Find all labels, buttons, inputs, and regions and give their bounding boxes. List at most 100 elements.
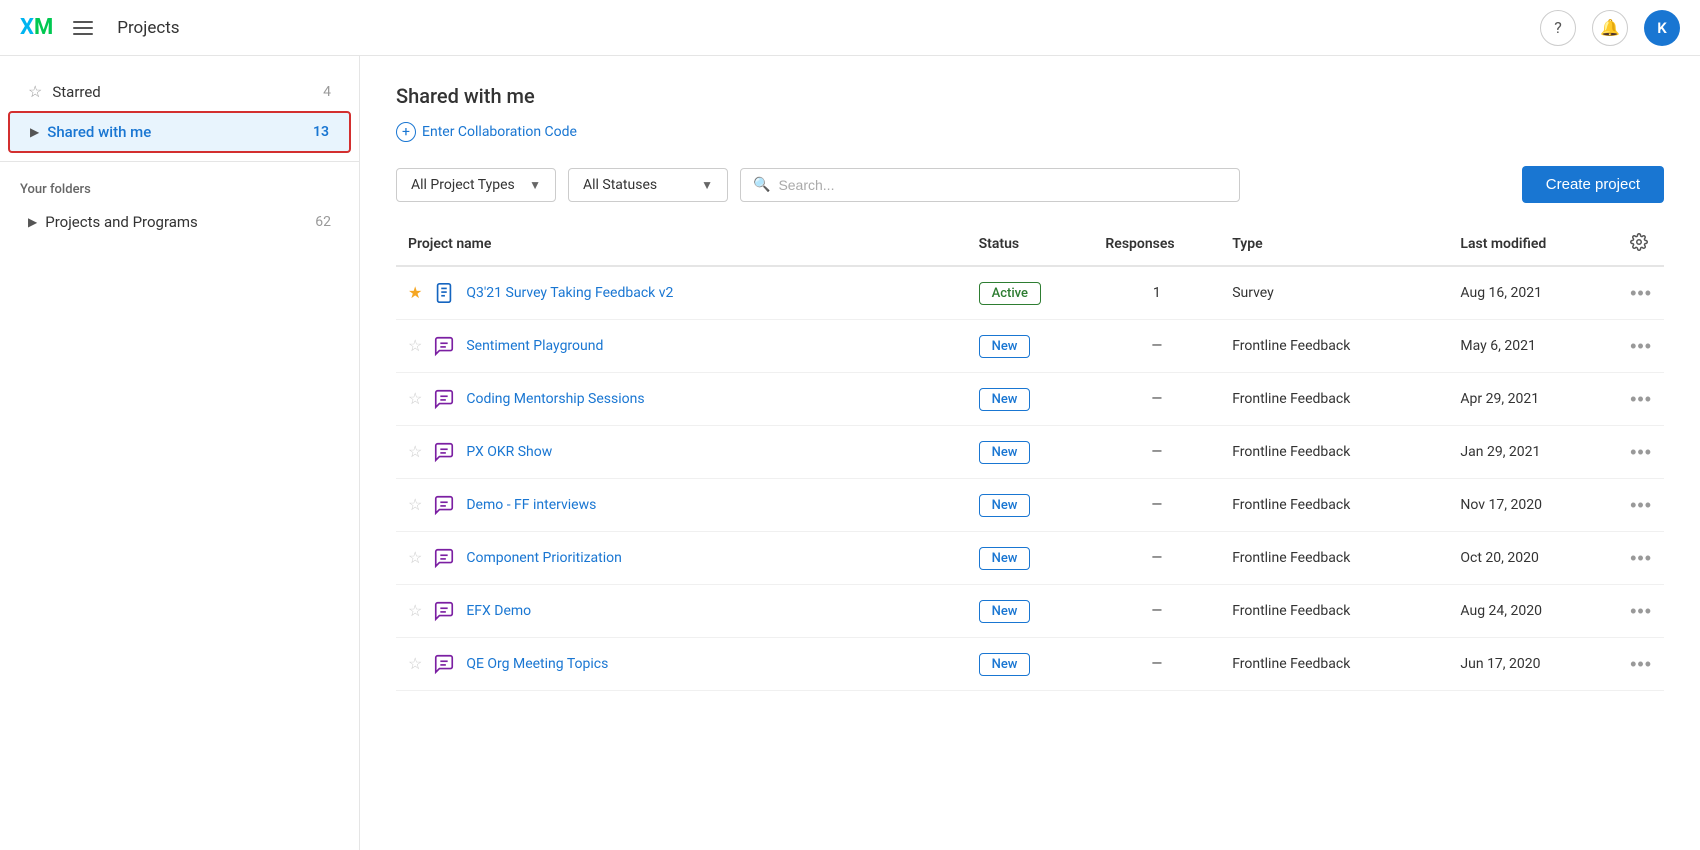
notifications-icon[interactable]: 🔔 bbox=[1592, 10, 1628, 46]
sidebar-item-starred[interactable]: ☆ Starred 4 bbox=[8, 72, 351, 111]
help-icon[interactable]: ? bbox=[1540, 10, 1576, 46]
responses-value: — bbox=[1151, 656, 1162, 672]
star-button[interactable]: ☆ bbox=[408, 548, 422, 568]
create-project-button[interactable]: Create project bbox=[1522, 166, 1664, 203]
project-name[interactable]: Demo - FF interviews bbox=[466, 497, 596, 513]
project-name[interactable]: EFX Demo bbox=[466, 603, 531, 619]
sidebar-pp-count: 62 bbox=[315, 214, 331, 230]
project-type: Survey bbox=[1220, 266, 1448, 320]
col-header-modified: Last modified bbox=[1448, 223, 1613, 266]
hamburger-menu-icon[interactable] bbox=[69, 17, 97, 39]
more-options-button[interactable]: ••• bbox=[1630, 548, 1652, 569]
project-modified: Apr 29, 2021 bbox=[1448, 373, 1613, 426]
modified-value: Jun 17, 2020 bbox=[1460, 656, 1540, 672]
more-options-button[interactable]: ••• bbox=[1630, 283, 1652, 304]
user-avatar[interactable]: K bbox=[1644, 10, 1680, 46]
project-name[interactable]: Q3'21 Survey Taking Feedback v2 bbox=[466, 285, 673, 301]
logo-m: M bbox=[34, 15, 53, 40]
project-type: Frontline Feedback bbox=[1220, 532, 1448, 585]
modified-value: May 6, 2021 bbox=[1460, 338, 1535, 354]
sidebar-folders-label: Your folders bbox=[0, 170, 359, 203]
star-button[interactable]: ☆ bbox=[408, 654, 422, 674]
project-responses: — bbox=[1093, 320, 1220, 373]
project-name-cell: ☆ QE Org Meeting Topics bbox=[396, 638, 967, 691]
statuses-dropdown[interactable]: All Statuses ▼ bbox=[568, 168, 728, 202]
project-modified: Aug 16, 2021 bbox=[1448, 266, 1613, 320]
col-header-type: Type bbox=[1220, 223, 1448, 266]
project-actions: ••• bbox=[1613, 373, 1664, 426]
project-types-dropdown[interactable]: All Project Types ▼ bbox=[396, 168, 556, 202]
main-area: ☆ Starred 4 ▶ Shared with me 13 Your fol… bbox=[0, 56, 1700, 850]
status-badge: New bbox=[979, 653, 1031, 676]
search-input[interactable] bbox=[778, 177, 1227, 193]
frontline-feedback-icon bbox=[432, 334, 456, 358]
app-container: XM Projects ? 🔔 K ☆ Starred 4 ▶ S bbox=[0, 0, 1700, 850]
chevron-right-icon: ▶ bbox=[30, 125, 39, 139]
frontline-feedback-icon bbox=[432, 652, 456, 676]
modified-value: Jan 29, 2021 bbox=[1460, 444, 1540, 460]
top-bar: XM Projects ? 🔔 K bbox=[0, 0, 1700, 56]
star-icon: ☆ bbox=[28, 82, 42, 101]
sidebar-item-projects-programs[interactable]: ▶ Projects and Programs 62 bbox=[8, 203, 351, 241]
chevron-right-icon-2: ▶ bbox=[28, 215, 37, 229]
star-button[interactable]: ☆ bbox=[408, 495, 422, 515]
modified-value: Apr 29, 2021 bbox=[1460, 391, 1539, 407]
responses-value: — bbox=[1151, 444, 1162, 460]
filters-row: All Project Types ▼ All Statuses ▼ 🔍 Cre… bbox=[396, 166, 1664, 203]
table-row: ★ Q3'21 Survey Taking Feedback v2 Active… bbox=[396, 266, 1664, 320]
sidebar-starred-label: Starred bbox=[52, 83, 323, 101]
more-options-button[interactable]: ••• bbox=[1630, 601, 1652, 622]
project-status: New bbox=[967, 373, 1094, 426]
type-value: Frontline Feedback bbox=[1232, 444, 1350, 460]
more-options-button[interactable]: ••• bbox=[1630, 495, 1652, 516]
project-actions: ••• bbox=[1613, 585, 1664, 638]
project-responses: — bbox=[1093, 373, 1220, 426]
project-modified: May 6, 2021 bbox=[1448, 320, 1613, 373]
project-responses: — bbox=[1093, 532, 1220, 585]
modified-value: Oct 20, 2020 bbox=[1460, 550, 1538, 566]
more-options-button[interactable]: ••• bbox=[1630, 654, 1652, 675]
star-button[interactable]: ☆ bbox=[408, 389, 422, 409]
project-status: New bbox=[967, 426, 1094, 479]
more-options-button[interactable]: ••• bbox=[1630, 442, 1652, 463]
more-options-button[interactable]: ••• bbox=[1630, 336, 1652, 357]
star-button[interactable]: ☆ bbox=[408, 601, 422, 621]
type-value: Frontline Feedback bbox=[1232, 656, 1350, 672]
project-name[interactable]: QE Org Meeting Topics bbox=[466, 656, 608, 672]
sidebar-item-shared[interactable]: ▶ Shared with me 13 bbox=[8, 111, 351, 153]
modified-value: Aug 24, 2020 bbox=[1460, 603, 1542, 619]
project-type: Frontline Feedback bbox=[1220, 479, 1448, 532]
collab-code-button[interactable]: + Enter Collaboration Code bbox=[396, 122, 1664, 142]
project-responses: — bbox=[1093, 479, 1220, 532]
project-name[interactable]: Component Prioritization bbox=[466, 550, 622, 566]
project-name[interactable]: Sentiment Playground bbox=[466, 338, 603, 354]
status-badge: New bbox=[979, 547, 1031, 570]
star-button[interactable]: ★ bbox=[408, 283, 422, 303]
project-status: New bbox=[967, 638, 1094, 691]
modified-value: Aug 16, 2021 bbox=[1460, 285, 1542, 301]
project-modified: Jun 17, 2020 bbox=[1448, 638, 1613, 691]
project-responses: — bbox=[1093, 426, 1220, 479]
col-header-settings[interactable] bbox=[1613, 223, 1664, 266]
star-button[interactable]: ☆ bbox=[408, 336, 422, 356]
content-area: Shared with me + Enter Collaboration Cod… bbox=[360, 56, 1700, 850]
sidebar-pp-label: Projects and Programs bbox=[45, 213, 315, 231]
project-name[interactable]: PX OKR Show bbox=[466, 444, 552, 460]
project-name-cell: ★ Q3'21 Survey Taking Feedback v2 bbox=[396, 266, 967, 320]
col-header-status: Status bbox=[967, 223, 1094, 266]
project-name[interactable]: Coding Mentorship Sessions bbox=[466, 391, 644, 407]
project-responses: — bbox=[1093, 585, 1220, 638]
project-modified: Oct 20, 2020 bbox=[1448, 532, 1613, 585]
project-actions: ••• bbox=[1613, 479, 1664, 532]
more-options-button[interactable]: ••• bbox=[1630, 389, 1652, 410]
type-value: Survey bbox=[1232, 285, 1274, 301]
star-button[interactable]: ☆ bbox=[408, 442, 422, 462]
project-status: New bbox=[967, 532, 1094, 585]
project-status: New bbox=[967, 479, 1094, 532]
content-title: Shared with me bbox=[396, 84, 1664, 108]
type-value: Frontline Feedback bbox=[1232, 550, 1350, 566]
project-name-cell: ☆ Coding Mentorship Sessions bbox=[396, 373, 967, 426]
status-badge: New bbox=[979, 494, 1031, 517]
project-name-cell: ☆ PX OKR Show bbox=[396, 426, 967, 479]
project-type: Frontline Feedback bbox=[1220, 320, 1448, 373]
